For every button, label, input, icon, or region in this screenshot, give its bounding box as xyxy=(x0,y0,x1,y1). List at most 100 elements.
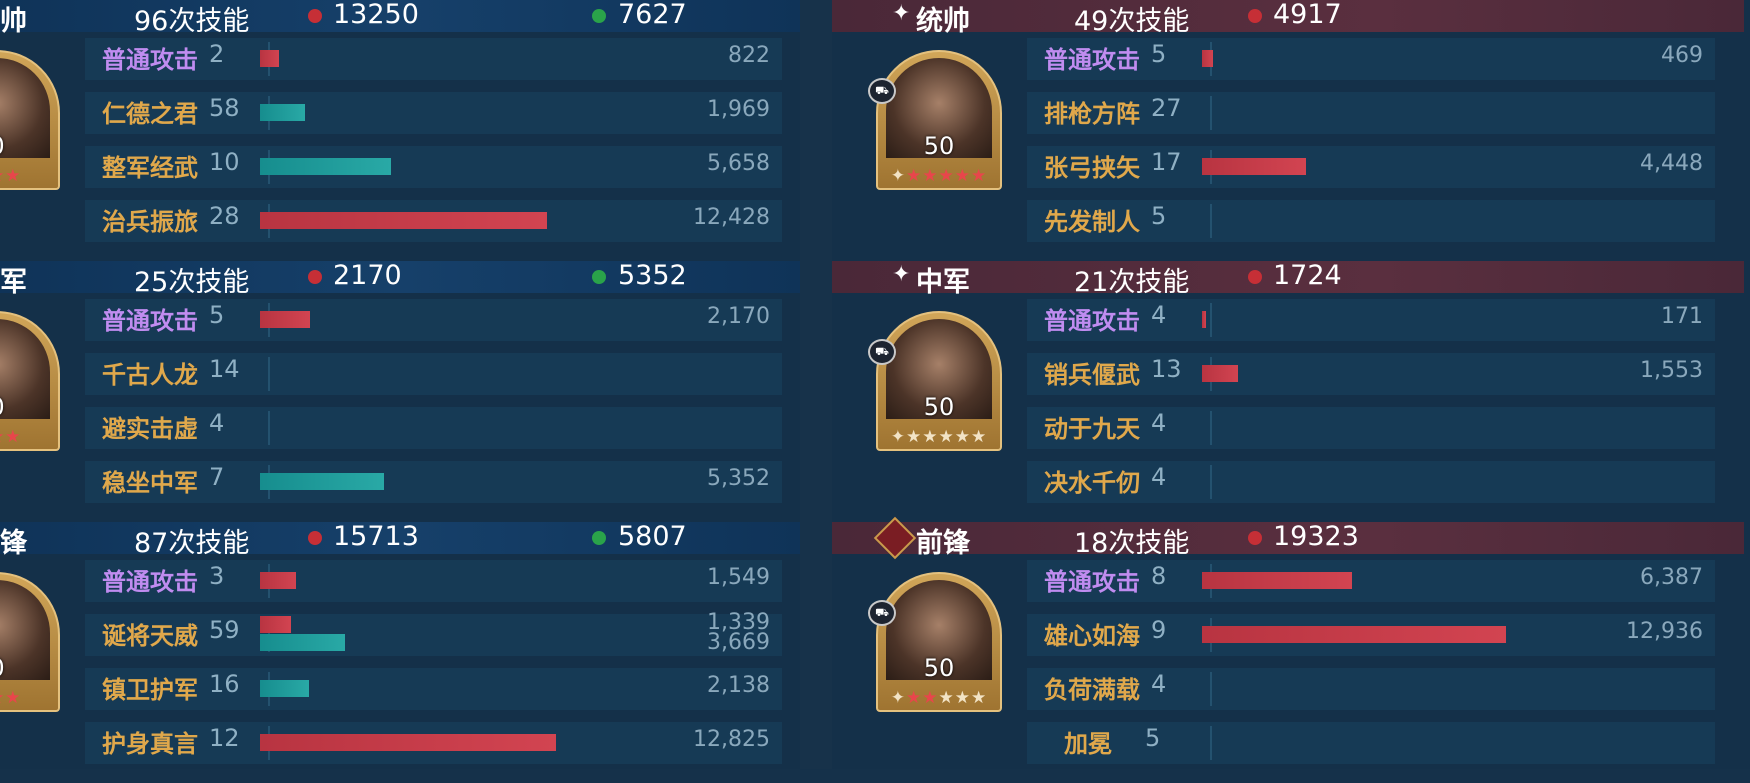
column-separator xyxy=(1210,411,1212,445)
general-portrait[interactable]: ⛟ 50 ✦★★★★★ xyxy=(868,50,1002,190)
team-section: 军 25次技能 2170 5352 0 ★★★ 普通攻击 5 2,170 千古人龙 14 避实击虚 4 稳… xyxy=(0,260,802,522)
skill-row[interactable]: 排枪方阵 27 xyxy=(1027,88,1715,138)
section-header: ✦ 统帅 49次技能 4917 xyxy=(832,0,1744,37)
skill-name: 仁德之君 xyxy=(102,100,198,128)
section-header: 帅 96次技能 13250 7627 xyxy=(0,0,800,37)
stars-red: ★★ xyxy=(906,688,939,708)
damage-bar xyxy=(260,734,556,751)
skill-row[interactable]: 普通攻击 3 1,549 xyxy=(85,556,782,606)
role-label: 军 xyxy=(0,267,27,298)
column-separator xyxy=(1210,204,1212,238)
stars-light: ★★★★★ xyxy=(906,427,988,447)
damage-bar xyxy=(1202,50,1213,67)
general-level: 50 xyxy=(923,654,955,682)
skill-uses: 13 xyxy=(1151,355,1182,383)
star-lead-icon: ✦ xyxy=(890,688,907,708)
skill-count: 96次技能 xyxy=(134,6,250,37)
skill-value: 3,669 xyxy=(707,630,770,655)
heal-dot-icon xyxy=(592,9,606,23)
skill-row[interactable]: 普通攻击 5 2,170 xyxy=(85,295,782,345)
general-portrait[interactable]: ⛟ 50 ✦★★★★★ xyxy=(868,572,1002,712)
skill-row[interactable]: 千古人龙 14 xyxy=(85,349,782,399)
skill-row[interactable]: 雄心如海 9 12,936 xyxy=(1027,610,1715,660)
role-label: 锋 xyxy=(0,528,27,559)
star-lead-icon: ✦ xyxy=(890,427,907,447)
skill-row[interactable]: 张弓挟矢 17 4,448 xyxy=(1027,142,1715,192)
battle-report-page: 帅96次技能132507627 0 ★★★ 普通攻击2822仁德之君581,969整军… xyxy=(0,0,1750,769)
skill-row[interactable]: 护身真言 12 12,825 xyxy=(85,718,782,768)
skill-row[interactable]: 稳坐中军 7 5,352 xyxy=(85,457,782,507)
skill-uses: 16 xyxy=(209,670,240,698)
team-section: 锋87次技能1571358070★★★普通攻击31,549诞将天威591,339… xyxy=(0,521,802,783)
star-lead-icon: ✦ xyxy=(890,166,907,186)
unit-type-icon: ⛟ xyxy=(868,339,896,365)
damage-bar xyxy=(260,311,310,328)
skill-row[interactable]: 决水千仞 4 xyxy=(1027,457,1715,507)
general-portrait[interactable]: 0 ★★★ xyxy=(0,311,60,451)
star-rating: ★★★ xyxy=(0,688,56,708)
section-header: 锋 87次技能 15713 5807 xyxy=(0,521,800,559)
general-portrait[interactable]: 0 ★★★ xyxy=(0,572,60,712)
general-level: 0 xyxy=(0,393,60,421)
skill-uses: 28 xyxy=(209,202,240,230)
general-portrait[interactable]: 0 ★★★ xyxy=(0,50,60,190)
skill-row[interactable]: 普通攻击 5 469 xyxy=(1027,34,1715,84)
skill-row[interactable]: 整军经武 10 5,658 xyxy=(85,142,782,192)
skill-uses: 4 xyxy=(1151,409,1167,437)
skill-name: 诞将天威 xyxy=(102,622,198,650)
skill-row[interactable]: 仁德之君 58 1,969 xyxy=(85,88,782,138)
skill-uses: 7 xyxy=(209,463,225,491)
star-rating: ★★★ xyxy=(0,427,56,447)
general-portrait[interactable]: ⛟ 50 ✦★★★★★ xyxy=(868,311,1002,451)
skill-row[interactable]: 诞将天威 59 1,339 3,669 xyxy=(85,610,782,660)
skill-name: 镇卫护军 xyxy=(102,676,198,704)
skill-row[interactable]: 普通攻击 2 822 xyxy=(85,34,782,84)
skill-row[interactable]: 普通攻击 8 6,387 xyxy=(1027,556,1715,606)
skill-row[interactable]: 负荷满载 4 xyxy=(1027,664,1715,714)
role-label: 前锋 xyxy=(916,528,970,559)
right-team-panel: ✦ 统帅 49次技能 4917 ⛟ 50 ✦★★★★★ 普通攻击 5 469 排枪方阵 27 张弓挟矢 1… xyxy=(832,0,1750,769)
star-rating: ✦★★★★★ xyxy=(880,427,998,447)
skill-row[interactable]: 动于九天 4 xyxy=(1027,403,1715,453)
heal-bar xyxy=(260,473,384,490)
skill-row[interactable]: 先发制人 5 xyxy=(1027,196,1715,246)
skill-row[interactable]: 避实击虚 4 xyxy=(85,403,782,453)
skill-uses: 10 xyxy=(209,148,240,176)
skill-count: 87次技能 xyxy=(134,528,250,559)
skill-name: 避实击虚 xyxy=(102,415,198,443)
unit-type-icon: ⛟ xyxy=(868,78,896,104)
skill-name: 决水千仞 xyxy=(1044,469,1140,497)
stars-red: ★★★ xyxy=(0,688,22,708)
heal-bar xyxy=(260,634,345,651)
column-separator xyxy=(268,411,270,445)
heal-total: 7627 xyxy=(618,0,687,30)
skill-row[interactable]: 销兵偃武 13 1,553 xyxy=(1027,349,1715,399)
general-level: 50 xyxy=(923,393,955,421)
skill-uses: 17 xyxy=(1151,148,1182,176)
heal-bar xyxy=(260,158,391,175)
star-rating: ✦★★★★★ xyxy=(880,688,998,708)
skill-row[interactable]: 治兵振旅 28 12,428 xyxy=(85,196,782,246)
skill-name: 治兵振旅 xyxy=(102,208,198,236)
skill-uses: 2 xyxy=(209,40,225,68)
skill-uses: 4 xyxy=(1151,463,1167,491)
star-rating: ✦★★★★★ xyxy=(880,166,998,186)
panel-divider xyxy=(800,0,832,769)
damage-bar xyxy=(1202,572,1352,589)
skill-value: 4,448 xyxy=(1640,151,1703,176)
heal-bar xyxy=(260,680,309,697)
skill-row[interactable]: 加冕 5 xyxy=(1027,718,1715,768)
skill-row[interactable]: 普通攻击 4 171 xyxy=(1027,295,1715,345)
skill-value: 469 xyxy=(1661,43,1703,68)
skill-uses: 8 xyxy=(1151,562,1167,590)
skill-row[interactable]: 镇卫护军 16 2,138 xyxy=(85,664,782,714)
column-separator xyxy=(268,357,270,391)
damage-total: 4917 xyxy=(1273,0,1342,30)
role-label: 统帅 xyxy=(916,6,970,37)
skill-count: 21次技能 xyxy=(1074,267,1190,298)
damage-dot-icon xyxy=(1248,531,1262,545)
skill-name: 排枪方阵 xyxy=(1044,100,1140,128)
skill-uses: 27 xyxy=(1151,94,1182,122)
damage-total: 1724 xyxy=(1273,260,1342,291)
column-separator xyxy=(1210,465,1212,499)
